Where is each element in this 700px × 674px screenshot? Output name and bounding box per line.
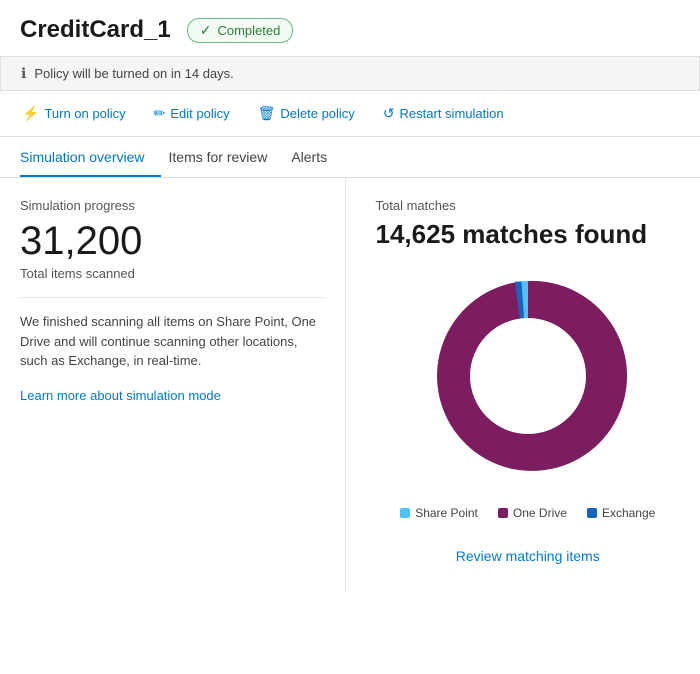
- exchange-legend-label: Exchange: [602, 506, 655, 520]
- page-header: CreditCard_1 ✓ Completed: [0, 0, 700, 56]
- sharepoint-color-dot: [400, 508, 410, 518]
- donut-svg: [418, 266, 638, 486]
- review-matching-items-link[interactable]: Review matching items: [376, 540, 681, 572]
- tab-items-for-review[interactable]: Items for review: [169, 137, 284, 177]
- status-badge: ✓ Completed: [187, 18, 294, 43]
- delete-policy-button[interactable]: 🗑 Delete policy: [256, 101, 357, 126]
- legend-item-onedrive: One Drive: [498, 506, 567, 520]
- learn-more-link[interactable]: Learn more about simulation mode: [20, 388, 221, 403]
- scan-description: We finished scanning all items on Share …: [20, 297, 325, 371]
- status-label: Completed: [217, 23, 280, 38]
- restart-icon: ↺: [383, 105, 395, 122]
- donut-hole: [470, 318, 586, 434]
- chart-legend: Share Point One Drive Exchange: [376, 506, 681, 520]
- edit-icon: ✏: [154, 105, 166, 122]
- total-items-label: Total items scanned: [20, 266, 325, 281]
- delete-icon: 🗑: [258, 105, 276, 122]
- sharepoint-legend-label: Share Point: [415, 506, 478, 520]
- onedrive-legend-label: One Drive: [513, 506, 567, 520]
- restart-label: Restart simulation: [400, 106, 504, 121]
- right-panel: Total matches 14,625 matches found: [346, 178, 700, 592]
- matches-found-number: 14,625 matches found: [376, 219, 681, 250]
- legend-item-sharepoint: Share Point: [400, 506, 478, 520]
- left-panel: Simulation progress 31,200 Total items s…: [0, 178, 346, 592]
- info-icon: ℹ: [21, 65, 26, 82]
- edit-policy-button[interactable]: ✏ Edit policy: [152, 101, 232, 126]
- simulation-progress-label: Simulation progress: [20, 198, 325, 213]
- turn-on-icon: ⚡: [22, 105, 39, 122]
- edit-label: Edit policy: [170, 106, 229, 121]
- restart-simulation-button[interactable]: ↺ Restart simulation: [381, 101, 506, 126]
- completed-icon: ✓: [200, 22, 212, 39]
- legend-item-exchange: Exchange: [587, 506, 655, 520]
- page-title: CreditCard_1: [20, 16, 171, 44]
- onedrive-color-dot: [498, 508, 508, 518]
- delete-label: Delete policy: [280, 106, 354, 121]
- main-content: Simulation progress 31,200 Total items s…: [0, 178, 700, 592]
- exchange-color-dot: [587, 508, 597, 518]
- info-bar: ℹ Policy will be turned on in 14 days.: [0, 56, 700, 91]
- tab-simulation-overview[interactable]: Simulation overview: [20, 137, 161, 177]
- toolbar: ⚡ Turn on policy ✏ Edit policy 🗑 Delete …: [0, 91, 700, 137]
- items-scanned-number: 31,200: [20, 219, 325, 264]
- tabs-container: Simulation overview Items for review Ale…: [0, 137, 700, 178]
- turn-on-policy-button[interactable]: ⚡ Turn on policy: [20, 101, 128, 126]
- donut-chart: [418, 266, 638, 486]
- total-matches-label: Total matches: [376, 198, 681, 213]
- info-text: Policy will be turned on in 14 days.: [34, 66, 233, 81]
- turn-on-label: Turn on policy: [44, 106, 125, 121]
- tab-alerts[interactable]: Alerts: [291, 137, 343, 177]
